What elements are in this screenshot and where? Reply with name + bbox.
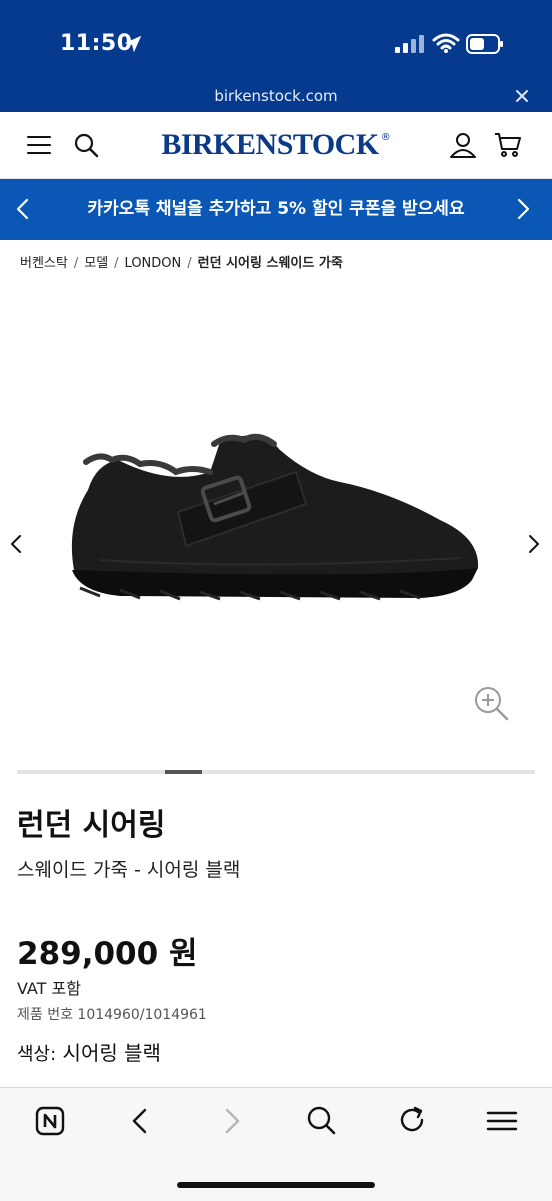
user-account-icon[interactable] xyxy=(449,131,477,159)
shopping-cart-icon[interactable] xyxy=(494,131,522,159)
breadcrumb-current: 런던 시어링 스웨이드 가죽 xyxy=(197,256,343,271)
gallery-scroll-track[interactable] xyxy=(17,770,535,774)
breadcrumb-separator: / xyxy=(114,256,119,271)
chevron-right-icon[interactable] xyxy=(524,532,544,556)
location-arrow-icon xyxy=(124,35,142,53)
product-number: 제품 번호 1014960/1014961 xyxy=(17,1007,207,1023)
brand-logo[interactable]: BIRKENSTOCK ® xyxy=(161,128,390,162)
product-image-carousel[interactable] xyxy=(0,280,552,760)
url-bar[interactable]: birkenstock.com xyxy=(0,86,552,112)
browser-toolbar xyxy=(0,1087,552,1201)
breadcrumb-link-london[interactable]: LONDON xyxy=(125,256,182,271)
search-icon[interactable] xyxy=(306,1105,336,1135)
product-variant: 스웨이드 가죽 - 시어링 블랙 xyxy=(17,859,241,881)
color-label: 색상: xyxy=(17,1044,57,1065)
breadcrumb-separator: / xyxy=(73,256,79,271)
logo-text: BIRKENSTOCK xyxy=(161,128,379,161)
breadcrumb-separator: / xyxy=(187,256,192,271)
cellular-signal-icon xyxy=(395,35,424,53)
home-indicator xyxy=(177,1182,375,1188)
site-header: BIRKENSTOCK ® xyxy=(0,112,552,179)
naver-home-icon[interactable] xyxy=(35,1106,65,1136)
chevron-right-icon[interactable] xyxy=(512,197,534,221)
gallery-scroll-thumb[interactable] xyxy=(165,770,202,774)
zoom-in-icon[interactable] xyxy=(472,684,510,722)
color-selection: 색상: 시어링 블랙 xyxy=(17,1037,161,1066)
breadcrumb: 버켄스탁 / 모델 / LONDON / 런던 시어링 스웨이드 가죽 xyxy=(20,252,343,271)
back-arrow-icon[interactable] xyxy=(128,1107,152,1135)
hamburger-menu-icon[interactable] xyxy=(27,134,51,156)
product-price: 289,000 원 xyxy=(17,936,198,972)
browser-top-bar: 11:50 birkenstock.com xyxy=(0,0,552,112)
chevron-left-icon[interactable] xyxy=(12,197,34,221)
vat-note: VAT 포함 xyxy=(17,979,81,998)
forward-arrow-icon[interactable] xyxy=(220,1107,244,1135)
product-name: 런던 시어링 xyxy=(17,808,166,843)
promo-text[interactable]: 카카오톡 채널을 추가하고 5% 할인 쿠폰을 받으세요 xyxy=(50,179,502,240)
breadcrumb-link-home[interactable]: 버켄스탁 xyxy=(20,256,68,271)
promo-banner[interactable]: 카카오톡 채널을 추가하고 5% 할인 쿠폰을 받으세요 xyxy=(0,179,552,240)
logo-registered-mark: ® xyxy=(380,132,391,143)
menu-icon[interactable] xyxy=(486,1109,518,1133)
chevron-left-icon[interactable] xyxy=(6,532,26,556)
color-value: 시어링 블랙 xyxy=(62,1041,161,1065)
status-bar: 11:50 xyxy=(0,0,552,86)
battery-icon xyxy=(466,34,503,54)
search-icon[interactable] xyxy=(73,132,99,158)
reload-icon[interactable] xyxy=(397,1105,427,1135)
breadcrumb-link-models[interactable]: 모델 xyxy=(84,256,108,271)
wifi-icon xyxy=(432,33,460,53)
close-icon[interactable] xyxy=(514,88,530,104)
product-image-shoe xyxy=(71,433,479,601)
